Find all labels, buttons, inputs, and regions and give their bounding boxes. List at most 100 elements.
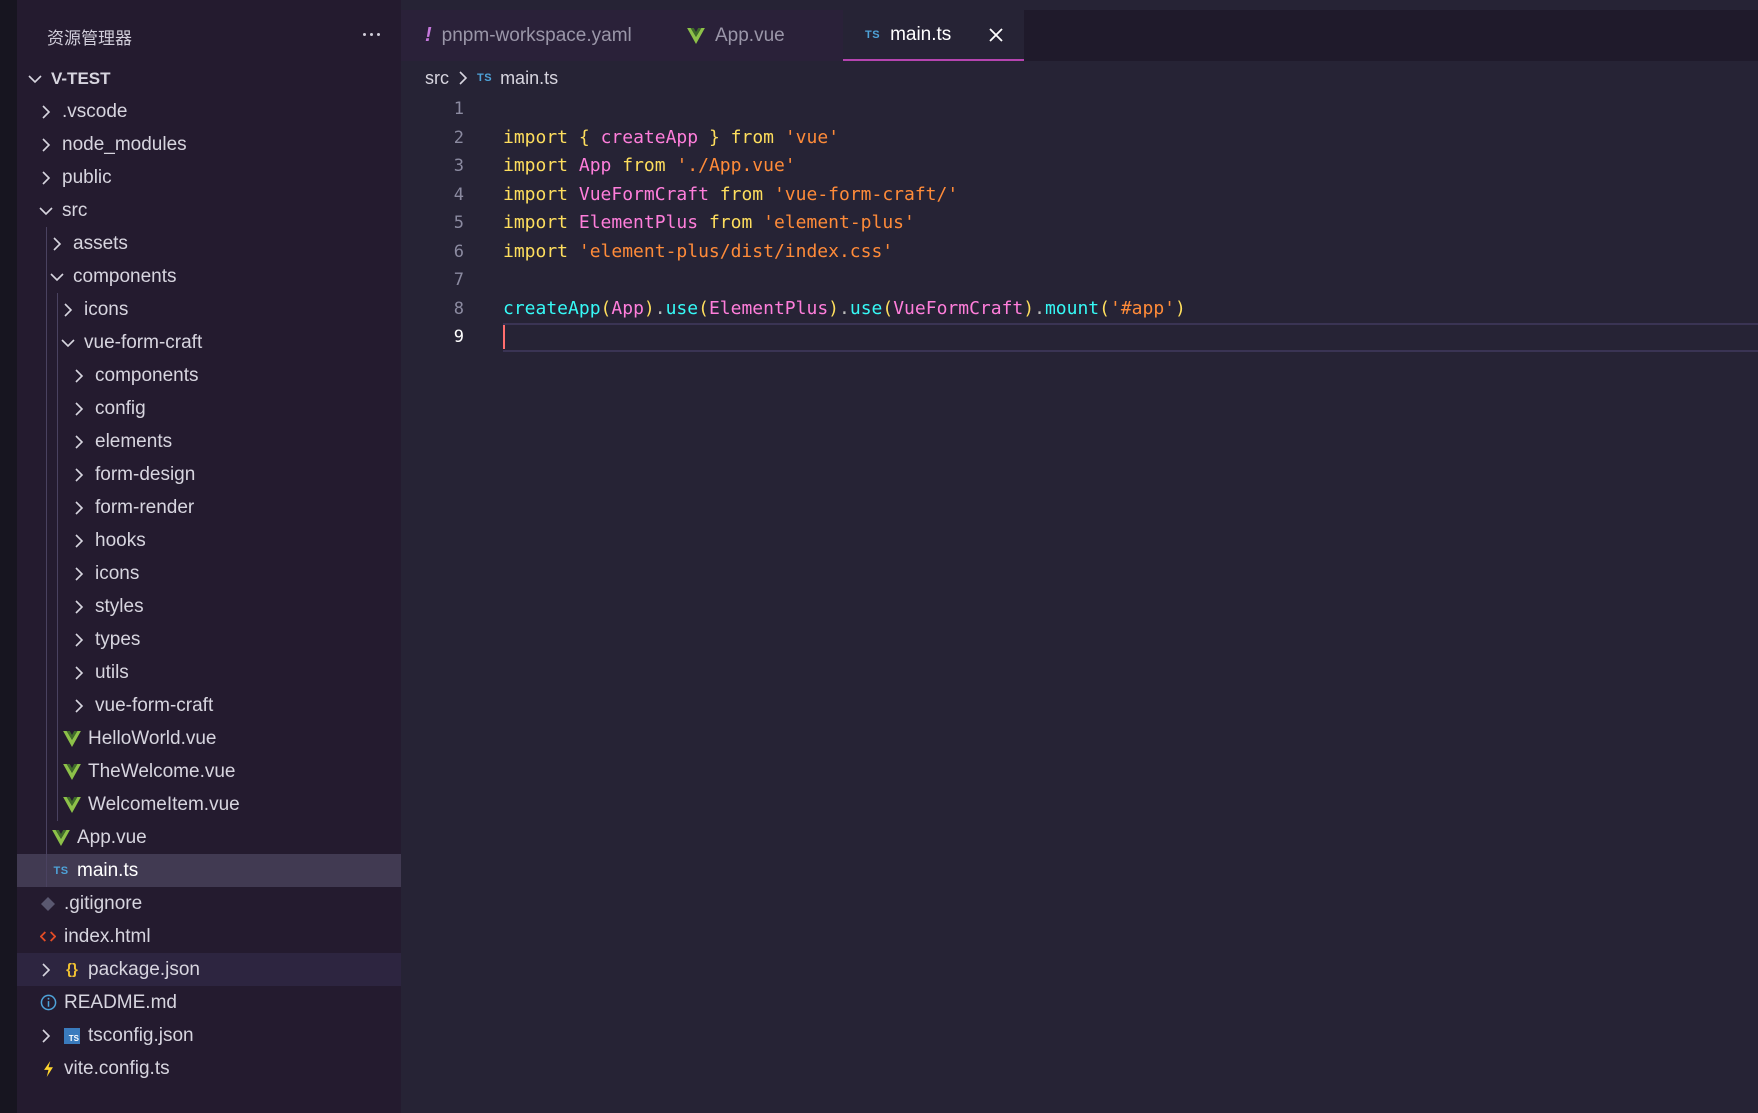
tree-folder-item[interactable]: .vscode bbox=[17, 95, 401, 128]
chevron-icon bbox=[60, 335, 76, 351]
tree-folder-item[interactable]: components bbox=[17, 260, 401, 293]
git-icon bbox=[38, 894, 58, 914]
more-dot-icon bbox=[376, 32, 380, 36]
tree-file-item[interactable]: vite.config.ts bbox=[17, 1052, 401, 1085]
tree-item-label: V-TEST bbox=[51, 68, 111, 88]
line-number: 9 bbox=[453, 327, 464, 347]
tree-file-item[interactable]: TheWelcome.vue bbox=[17, 755, 401, 788]
html-icon bbox=[38, 927, 58, 947]
vue-icon bbox=[687, 27, 705, 44]
tree-folder-item[interactable]: form-design bbox=[17, 458, 401, 491]
tree-folder-item[interactable]: types bbox=[17, 623, 401, 656]
tree-folder-item[interactable]: src bbox=[17, 194, 401, 227]
tree-file-item[interactable]: App.vue bbox=[17, 821, 401, 854]
code-editor[interactable]: import { createApp } from 'vue' import Ap… bbox=[503, 95, 1758, 352]
tree-file-item[interactable]: index.html bbox=[17, 920, 401, 953]
tree-folder-item[interactable]: V-TEST bbox=[17, 62, 401, 95]
code-token: import bbox=[503, 155, 569, 176]
breadcrumb-file[interactable]: main.ts bbox=[500, 68, 558, 89]
tree-folder-item[interactable]: assets bbox=[17, 227, 401, 260]
tab-main-ts[interactable]: TS main.ts bbox=[843, 10, 1024, 61]
tree-item-label: types bbox=[95, 628, 141, 650]
tree-folder-item[interactable]: icons bbox=[17, 293, 401, 326]
chevron-right-icon bbox=[75, 632, 84, 647]
chevron-right-icon bbox=[53, 236, 62, 251]
chevron-right-icon bbox=[75, 500, 84, 515]
tree-item-label: elements bbox=[95, 430, 173, 452]
chevron-icon bbox=[71, 599, 87, 615]
chevron-icon bbox=[27, 71, 43, 87]
activity-bar-edge bbox=[0, 0, 17, 1113]
tree-folder-item[interactable]: form-render bbox=[17, 491, 401, 524]
tree-folder-item[interactable]: icons bbox=[17, 557, 401, 590]
tree-item-label: TheWelcome.vue bbox=[88, 760, 236, 782]
tree-folder-item[interactable]: vue-form-craft bbox=[17, 326, 401, 359]
chevron-icon bbox=[38, 170, 54, 186]
close-icon[interactable] bbox=[981, 20, 1011, 50]
tree-item-label: vue-form-craft bbox=[84, 331, 203, 353]
tree-folder-item[interactable]: components bbox=[17, 359, 401, 392]
tree-folder-item[interactable]: public bbox=[17, 161, 401, 194]
code-token: ( bbox=[600, 297, 612, 319]
chevron-right-icon bbox=[42, 962, 51, 977]
explorer-sidebar: 资源管理器 V-TEST .vscode node_modules public src… bbox=[17, 0, 401, 1113]
vue-icon bbox=[62, 729, 82, 749]
code-token: ) bbox=[828, 297, 840, 319]
line-number: 1 bbox=[453, 99, 464, 119]
file-tree: V-TEST .vscode node_modules public src assets… bbox=[17, 62, 401, 1085]
tree-item-label: vue-form-craft bbox=[95, 694, 214, 716]
code-token: ElementPlus bbox=[708, 297, 829, 319]
tree-file-item[interactable]: HelloWorld.vue bbox=[17, 722, 401, 755]
tree-folder-item[interactable]: elements bbox=[17, 425, 401, 458]
code-token: ( bbox=[698, 297, 709, 319]
tab-app-vue[interactable]: App.vue bbox=[665, 10, 843, 61]
tree-file-item[interactable]: {} package.json bbox=[17, 953, 401, 986]
tab-label: main.ts bbox=[890, 23, 952, 45]
tree-folder-item[interactable]: styles bbox=[17, 590, 401, 623]
line-number: 4 bbox=[453, 184, 464, 205]
code-token: './App.vue' bbox=[676, 155, 796, 176]
chevron-right-icon bbox=[42, 1028, 51, 1043]
info-icon bbox=[38, 993, 58, 1013]
code-line: import ElementPlus from 'element-plus' bbox=[503, 209, 1758, 238]
code-token: mount bbox=[1044, 297, 1100, 319]
tree-file-item[interactable]: TS tsconfig.json bbox=[17, 1019, 401, 1052]
tree-file-item[interactable]: README.md bbox=[17, 986, 401, 1019]
code-token: ElementPlus bbox=[578, 212, 699, 233]
chevron-right-icon bbox=[75, 599, 84, 614]
breadcrumb-folder[interactable]: src bbox=[425, 68, 449, 89]
tree-item-label: assets bbox=[73, 232, 128, 254]
code-line: import { createApp } from 'vue' bbox=[503, 124, 1758, 153]
tree-folder-item[interactable]: utils bbox=[17, 656, 401, 689]
chevron-icon bbox=[38, 104, 54, 120]
more-actions-button[interactable] bbox=[353, 18, 389, 50]
tree-folder-item[interactable]: vue-form-craft bbox=[17, 689, 401, 722]
tree-folder-item[interactable]: config bbox=[17, 392, 401, 425]
chevron-right-icon bbox=[75, 665, 84, 680]
code-token: from bbox=[622, 155, 666, 176]
tree-file-item[interactable]: WelcomeItem.vue bbox=[17, 788, 401, 821]
tree-file-item[interactable]: .gitignore bbox=[17, 887, 401, 920]
chevron-icon bbox=[71, 467, 87, 483]
tree-folder-item[interactable]: node_modules bbox=[17, 128, 401, 161]
indent-guide bbox=[46, 227, 47, 887]
tab-pnpm-workspace-yaml[interactable]: ! pnpm-workspace.yaml bbox=[401, 10, 665, 61]
code-token: VueFormCraft bbox=[893, 297, 1024, 319]
chevron-icon bbox=[71, 434, 87, 450]
tree-file-item[interactable]: TS main.ts bbox=[17, 854, 401, 887]
tree-item-label: README.md bbox=[64, 991, 177, 1013]
tree-item-label: styles bbox=[95, 595, 144, 617]
code-token: } bbox=[708, 126, 720, 148]
ts-icon: TS bbox=[53, 864, 69, 877]
code-token: ( bbox=[1099, 297, 1110, 319]
code-token: ) bbox=[643, 297, 655, 319]
tree-folder-item[interactable]: hooks bbox=[17, 524, 401, 557]
